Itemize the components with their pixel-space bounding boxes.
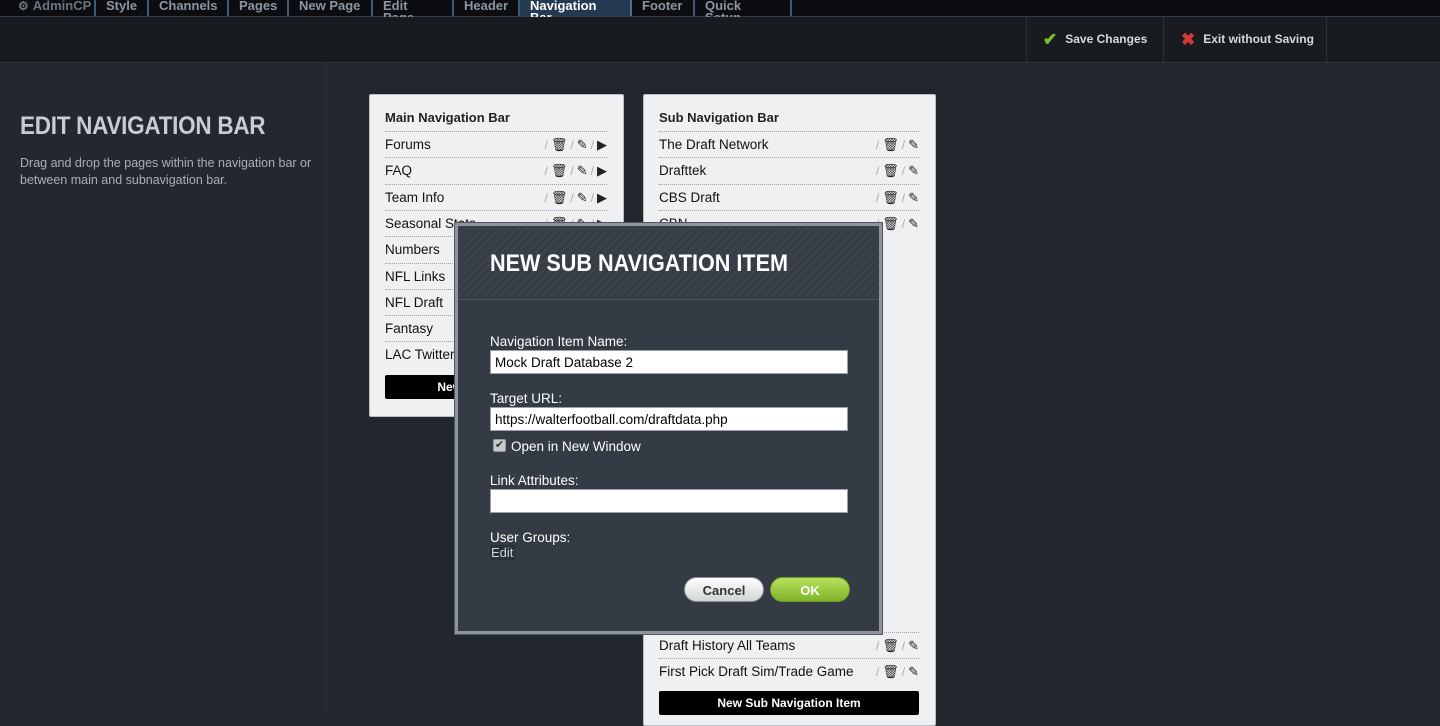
target-url-input[interactable] — [490, 407, 848, 431]
new-sub-navigation-dialog: NEW SUB NAVIGATION ITEM Navigation Item … — [455, 223, 882, 634]
open-new-window-checkbox[interactable]: ✔ — [493, 439, 506, 452]
link-attributes-input[interactable] — [490, 489, 848, 513]
url-label: Target URL: — [490, 391, 563, 406]
dialog-title: NEW SUB NAVIGATION ITEM — [490, 250, 788, 277]
navigation-item-name-input[interactable] — [490, 350, 848, 374]
cancel-button[interactable]: Cancel — [684, 577, 764, 602]
open-new-window-label: Open in New Window — [511, 439, 641, 454]
name-label: Navigation Item Name: — [490, 334, 628, 349]
ok-button[interactable]: OK — [770, 577, 850, 602]
dialog-header: NEW SUB NAVIGATION ITEM — [458, 226, 879, 300]
user-groups-edit-link[interactable]: Edit — [490, 545, 515, 560]
link-attributes-label: Link Attributes: — [490, 473, 579, 488]
user-groups-label: User Groups: — [490, 530, 571, 545]
